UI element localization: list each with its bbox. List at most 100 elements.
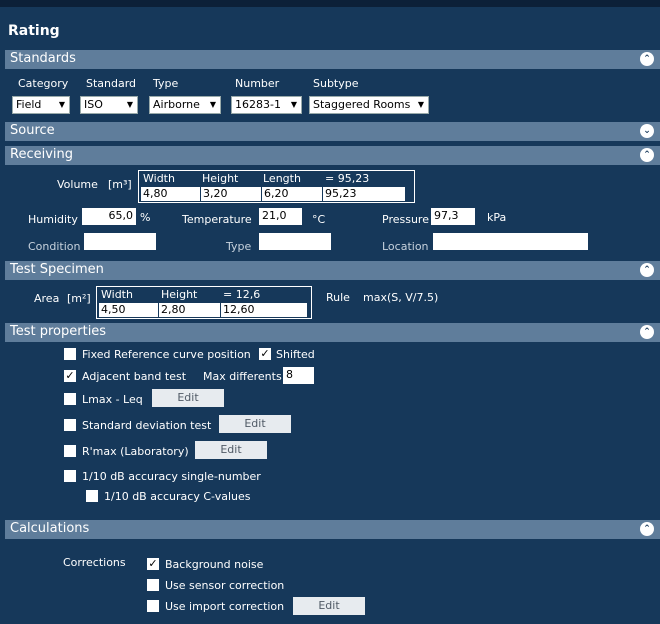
sensor-correction-label: Use sensor correction	[165, 579, 285, 592]
width-header: Width	[101, 288, 133, 301]
area-grid: Width Height = 12,6 4,50 2,80 12,60	[96, 286, 312, 319]
corrections-label: Corrections	[63, 556, 126, 569]
type-label: Type	[153, 77, 179, 90]
type-input[interactable]	[259, 233, 331, 250]
fixed-reference-label: Fixed Reference curve position	[82, 348, 251, 361]
section-title: Source	[10, 123, 55, 138]
collapse-icon[interactable]: ⌃	[640, 148, 654, 162]
section-header-source[interactable]: Source ⌄	[5, 122, 660, 141]
section-title: Test Specimen	[10, 262, 104, 277]
collapse-icon[interactable]: ⌃	[640, 52, 654, 66]
area-unit: [m²]	[67, 292, 91, 305]
pressure-unit: kPa	[487, 211, 507, 224]
dropdown-arrow-icon: ▼	[209, 100, 216, 109]
standard-label: Standard	[86, 77, 137, 90]
lmax-leq-label: Lmax - Leq	[82, 393, 143, 406]
import-correction-checkbox[interactable]	[147, 600, 159, 612]
location-input[interactable]	[433, 233, 588, 250]
section-title: Calculations	[10, 521, 90, 536]
pressure-label: Pressure	[382, 213, 429, 226]
condition-label: Condition	[28, 240, 81, 253]
length-input[interactable]: 6,20	[262, 187, 323, 201]
area-label: Area	[34, 292, 60, 305]
rmax-edit-button[interactable]: Edit	[195, 441, 267, 459]
category-select[interactable]: Field ▼	[12, 96, 70, 114]
collapse-icon[interactable]: ⌃	[640, 263, 654, 277]
dropdown-arrow-icon: ▼	[290, 100, 297, 109]
volume-eq: = 95,23	[325, 172, 370, 185]
specimen-width-input[interactable]: 4,50	[99, 303, 159, 317]
height-header: Height	[161, 288, 198, 301]
subtype-label: Subtype	[313, 77, 359, 90]
section-header-receiving[interactable]: Receiving ⌃	[5, 146, 660, 165]
pressure-input[interactable]: 97,3	[431, 208, 475, 225]
standard-value: ISO	[84, 98, 103, 111]
section-header-test-specimen[interactable]: Test Specimen ⌃	[5, 261, 660, 280]
type-value: Airborne	[153, 98, 200, 111]
rule-value: max(S, V/7.5)	[363, 291, 439, 304]
dropdown-arrow-icon: ▼	[417, 100, 424, 109]
accuracy-single-checkbox[interactable]	[64, 470, 76, 482]
background-noise-checkbox[interactable]: ✓	[147, 558, 159, 570]
width-header: Width	[143, 172, 175, 185]
import-correction-edit-button[interactable]: Edit	[293, 597, 365, 615]
specimen-height-input[interactable]: 2,80	[159, 303, 221, 317]
number-select[interactable]: 16283-1 ▼	[231, 96, 302, 114]
title-bar	[0, 7, 660, 48]
lmax-edit-button[interactable]: Edit	[152, 389, 224, 407]
volume-label: Volume	[57, 178, 98, 191]
std-deviation-edit-button[interactable]: Edit	[219, 415, 291, 433]
area-result: 12,60	[221, 303, 307, 317]
number-label: Number	[235, 77, 280, 90]
subtype-value: Staggered Rooms	[313, 98, 411, 111]
area-eq: = 12,6	[223, 288, 261, 301]
height-header: Height	[202, 172, 239, 185]
fixed-reference-checkbox[interactable]	[64, 348, 76, 360]
adjacent-band-checkbox[interactable]: ✓	[64, 370, 76, 382]
volume-unit: [m³]	[108, 178, 132, 191]
subtype-select[interactable]: Staggered Rooms ▼	[309, 96, 429, 114]
type-select[interactable]: Airborne ▼	[149, 96, 221, 114]
length-header: Length	[263, 172, 301, 185]
dropdown-arrow-icon: ▼	[126, 100, 133, 109]
standard-select[interactable]: ISO ▼	[80, 96, 138, 114]
temperature-unit: °C	[312, 213, 326, 226]
section-header-standards[interactable]: Standards ⌃	[5, 50, 660, 69]
std-deviation-checkbox[interactable]	[64, 419, 76, 431]
sensor-correction-checkbox[interactable]	[147, 579, 159, 591]
type-field-label: Type	[226, 240, 252, 253]
max-differents-label: Max differents	[203, 370, 282, 383]
import-correction-label: Use import correction	[165, 600, 285, 613]
rmax-checkbox[interactable]	[64, 445, 76, 457]
accuracy-c-checkbox[interactable]	[86, 490, 98, 502]
category-value: Field	[16, 98, 42, 111]
height-input[interactable]: 3,20	[201, 187, 262, 201]
collapse-icon[interactable]: ⌃	[640, 325, 654, 339]
section-title: Test properties	[10, 324, 107, 339]
accuracy-c-label: 1/10 dB accuracy C-values	[104, 490, 251, 503]
dropdown-arrow-icon: ▼	[58, 100, 65, 109]
humidity-unit: %	[140, 211, 151, 224]
rule-label: Rule	[326, 291, 350, 304]
humidity-input[interactable]: 65,0	[82, 208, 136, 225]
adjacent-band-label: Adjacent band test	[82, 370, 187, 383]
number-value: 16283-1	[235, 98, 281, 111]
temperature-input[interactable]: 21,0	[259, 208, 302, 225]
page-title: Rating	[8, 23, 60, 39]
category-label: Category	[18, 77, 69, 90]
section-header-test-properties[interactable]: Test properties ⌃	[5, 323, 660, 342]
lmax-leq-checkbox[interactable]	[64, 393, 76, 405]
rmax-label: R'max (Laboratory)	[82, 445, 189, 458]
collapse-icon[interactable]: ⌃	[640, 522, 654, 536]
max-differents-input[interactable]: 8	[283, 367, 314, 384]
shifted-checkbox[interactable]: ✓	[259, 348, 271, 360]
volume-result: 95,23	[323, 187, 405, 201]
section-header-calculations[interactable]: Calculations ⌃	[5, 520, 660, 539]
humidity-label: Humidity	[28, 213, 78, 226]
width-input[interactable]: 4,80	[141, 187, 201, 201]
expand-icon[interactable]: ⌄	[640, 124, 654, 138]
volume-grid: Width Height Length = 95,23 4,80 3,20 6,…	[138, 170, 415, 203]
condition-input[interactable]	[84, 233, 156, 250]
background-noise-label: Background noise	[165, 558, 264, 571]
location-label: Location	[382, 240, 429, 253]
